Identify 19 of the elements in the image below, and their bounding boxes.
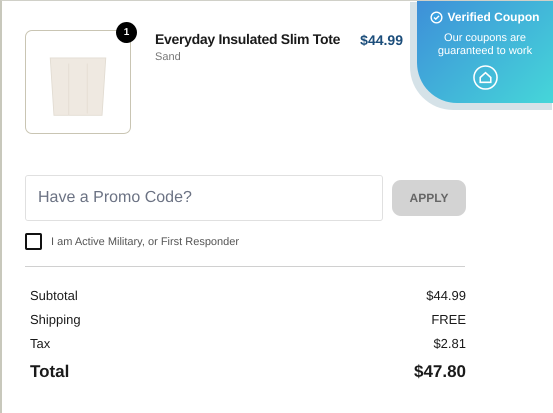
summary-value: FREE: [431, 312, 466, 326]
coupon-message: Our coupons are guaranteed to work: [436, 32, 534, 58]
coupon-title: Verified Coupon: [447, 10, 540, 24]
product-name: Everyday Insulated Slim Tote: [155, 31, 340, 47]
summary-label: Shipping: [30, 312, 81, 326]
checkbox[interactable]: [25, 233, 42, 250]
quantity-badge: 1: [116, 22, 137, 43]
product-price: $44.99: [360, 31, 403, 50]
summary-value: $44.99: [426, 288, 466, 302]
product-variant: Sand: [155, 51, 182, 63]
summary-label: Tax: [30, 336, 50, 350]
checkbox-label: I am Active Military, or First Responder: [51, 236, 240, 248]
house-icon: [472, 65, 498, 90]
summary-value: $2.81: [433, 336, 466, 350]
summary-label: Subtotal: [30, 288, 78, 302]
promo-code-field[interactable]: Have a Promo Code?: [25, 175, 383, 221]
verified-check-icon: [430, 10, 444, 24]
summary-value: $47.80: [414, 362, 466, 382]
summary-label: Total: [30, 362, 70, 382]
